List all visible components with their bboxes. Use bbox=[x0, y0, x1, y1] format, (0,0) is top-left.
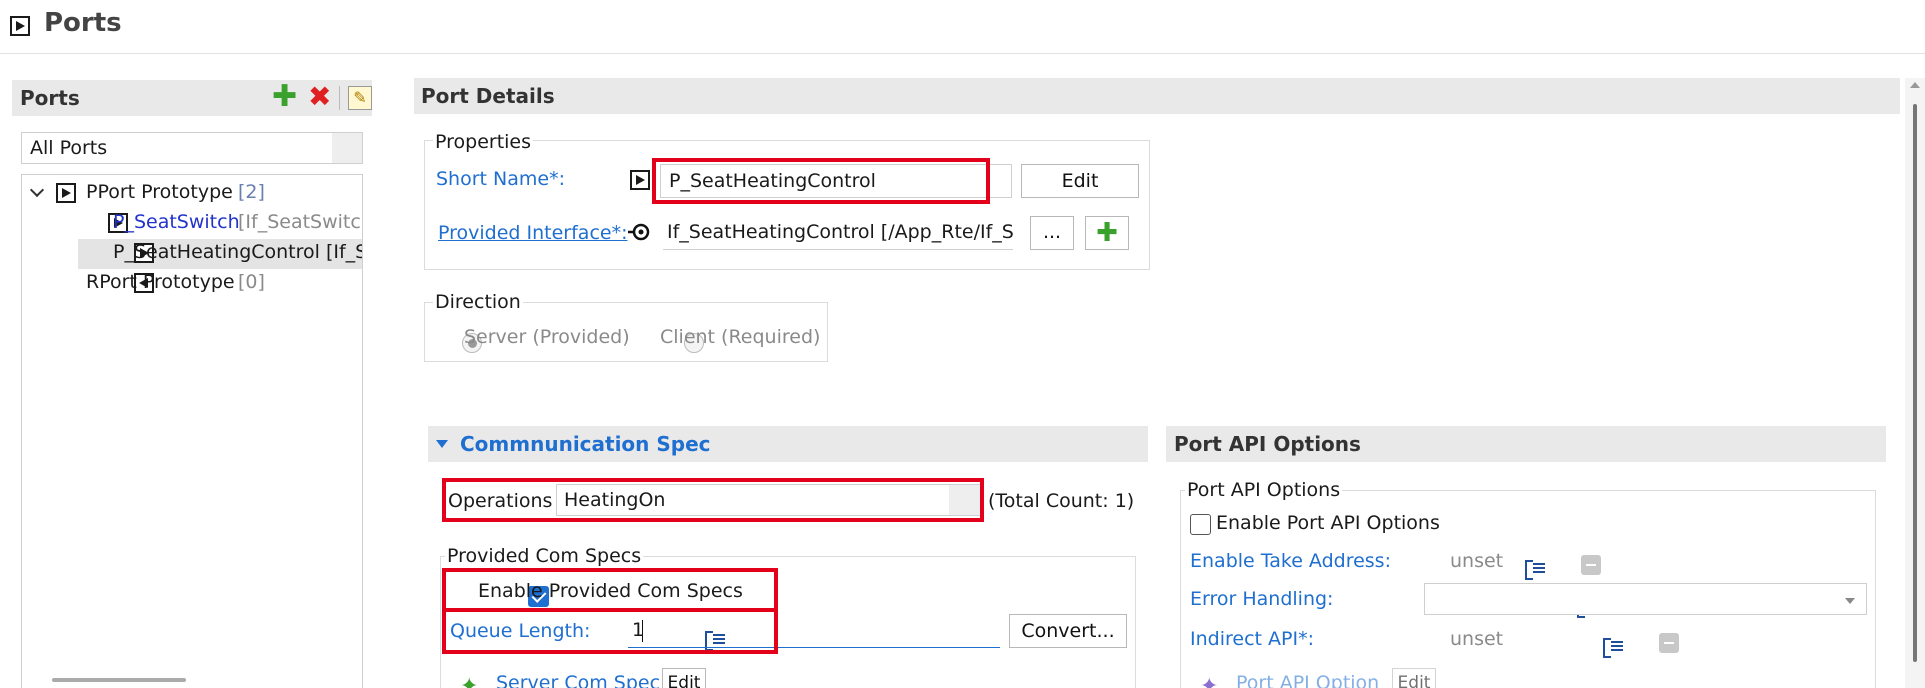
server-provided-label: Server (Provided) bbox=[464, 326, 630, 348]
short-name-nav-icon[interactable] bbox=[630, 170, 650, 190]
tree-rport-label[interactable]: RPort Prototype bbox=[86, 271, 235, 293]
port-filter-select[interactable]: All Ports bbox=[21, 132, 363, 164]
error-handling-label: Error Handling: bbox=[1190, 588, 1334, 610]
take-address-label: Enable Take Address: bbox=[1190, 550, 1391, 572]
error-handling-select[interactable] bbox=[1424, 583, 1867, 615]
client-required-label: Client (Required) bbox=[660, 326, 821, 348]
edit-pencil-icon[interactable]: ✎ bbox=[348, 86, 372, 110]
edit-short-name-button[interactable]: Edit bbox=[1021, 164, 1139, 198]
add-interface-button[interactable]: ✚ bbox=[1085, 216, 1129, 250]
server-com-spec-link[interactable]: Server Com Spec bbox=[496, 672, 660, 688]
enable-port-api-options-checkbox[interactable] bbox=[1190, 514, 1211, 535]
server-com-spec-edit-label: Edit bbox=[667, 673, 701, 688]
tree-item-seatheatingcontrol[interactable]: P_SeatHeatingControl [If_Se bbox=[113, 241, 362, 263]
short-name-label: Short Name*: bbox=[436, 168, 565, 190]
indirect-api-value: unset bbox=[1450, 628, 1504, 650]
tree-item-seatswitch-suffix: [If_SeatSwitch bbox=[238, 211, 363, 233]
scroll-up-arrow[interactable] bbox=[1910, 82, 1920, 88]
take-address-value: unset bbox=[1450, 550, 1504, 572]
port-api-options-legend: Port API Options bbox=[1185, 479, 1343, 501]
port-filter-value: All Ports bbox=[30, 137, 108, 159]
queue-length-highlight bbox=[442, 608, 778, 654]
port-api-options-title: Port API Options bbox=[1174, 432, 1361, 456]
indirect-api-label: Indirect API*: bbox=[1190, 628, 1314, 650]
page-title: Ports bbox=[44, 8, 122, 38]
filter-dropdown-area[interactable] bbox=[332, 133, 362, 163]
indirect-api-tristate[interactable] bbox=[1659, 632, 1680, 653]
server-com-spec-icon: ✦ bbox=[460, 674, 479, 688]
plus-icon: ✚ bbox=[1096, 218, 1118, 248]
port-api-option-icon: ✦ bbox=[1200, 674, 1219, 688]
provided-interface-value: If_SeatHeatingControl [/App_Rte/If_Se bbox=[667, 221, 1013, 243]
chevron-down-icon[interactable] bbox=[29, 182, 45, 198]
provided-interface-link[interactable]: Provided Interface*: bbox=[438, 222, 627, 244]
provided-com-specs-legend: Provided Com Specs bbox=[445, 545, 644, 567]
port-tree: PPort Prototype [2] P_SeatSwitch [If_Sea… bbox=[21, 174, 363, 688]
comm-spec-title: Commnunication Spec bbox=[460, 432, 711, 456]
tree-item-seatswitch[interactable]: P_SeatSwitch bbox=[113, 211, 240, 233]
provided-interface-input[interactable]: If_SeatHeatingControl [/App_Rte/If_Se bbox=[663, 216, 1013, 250]
collapse-icon[interactable] bbox=[10, 16, 30, 36]
port-api-option-link[interactable]: Port API Option bbox=[1236, 672, 1379, 688]
server-com-spec-edit-button[interactable]: Edit bbox=[662, 668, 706, 688]
short-name-highlight bbox=[652, 158, 990, 204]
pport-icon bbox=[56, 183, 76, 203]
horizontal-scrollbar[interactable] bbox=[52, 678, 186, 682]
page-header: Ports bbox=[0, 0, 1925, 54]
chevron-down-icon[interactable] bbox=[1845, 598, 1855, 604]
tree-rport-count: [0] bbox=[238, 271, 265, 293]
convert-button[interactable]: Convert... bbox=[1009, 614, 1127, 648]
browse-label: ... bbox=[1042, 221, 1062, 243]
edit-button-label: Edit bbox=[1061, 170, 1099, 192]
ports-panel-title: Ports bbox=[20, 86, 80, 110]
port-api-option-edit-button[interactable]: Edit bbox=[1392, 668, 1436, 688]
port-details-title: Port Details bbox=[421, 84, 555, 108]
delete-port-icon[interactable]: ✖ bbox=[308, 83, 331, 111]
enable-port-api-options-label: Enable Port API Options bbox=[1216, 512, 1440, 534]
total-count-label: (Total Count: 1) bbox=[988, 490, 1135, 512]
port-api-options-header: Port API Options bbox=[1166, 426, 1886, 462]
tree-pport-count: [2] bbox=[238, 181, 265, 203]
browse-interface-button[interactable]: ... bbox=[1030, 216, 1074, 250]
ports-panel-header: Ports ✚ ✖ ✎ bbox=[12, 80, 372, 116]
take-address-tristate[interactable] bbox=[1581, 554, 1602, 575]
port-details-header: Port Details bbox=[414, 78, 1900, 114]
convert-label: Convert... bbox=[1021, 620, 1115, 642]
list-icon[interactable] bbox=[1603, 637, 1624, 658]
toolbar-divider bbox=[339, 86, 340, 110]
scroll-thumb[interactable] bbox=[1913, 104, 1917, 662]
list-icon[interactable] bbox=[1525, 559, 1546, 580]
caret-down-icon[interactable] bbox=[436, 440, 448, 448]
vertical-scrollbar[interactable] bbox=[1905, 78, 1925, 688]
properties-legend: Properties bbox=[433, 131, 534, 153]
tree-pport-label[interactable]: PPort Prototype bbox=[86, 181, 233, 203]
comm-spec-header[interactable]: Commnunication Spec bbox=[428, 426, 1148, 462]
add-port-icon[interactable]: ✚ bbox=[272, 82, 297, 112]
interface-icon bbox=[628, 220, 652, 244]
direction-legend: Direction bbox=[433, 291, 523, 313]
enable-com-specs-highlight bbox=[442, 568, 778, 612]
operations-highlight bbox=[442, 478, 984, 522]
port-api-option-edit-label: Edit bbox=[1397, 673, 1431, 688]
